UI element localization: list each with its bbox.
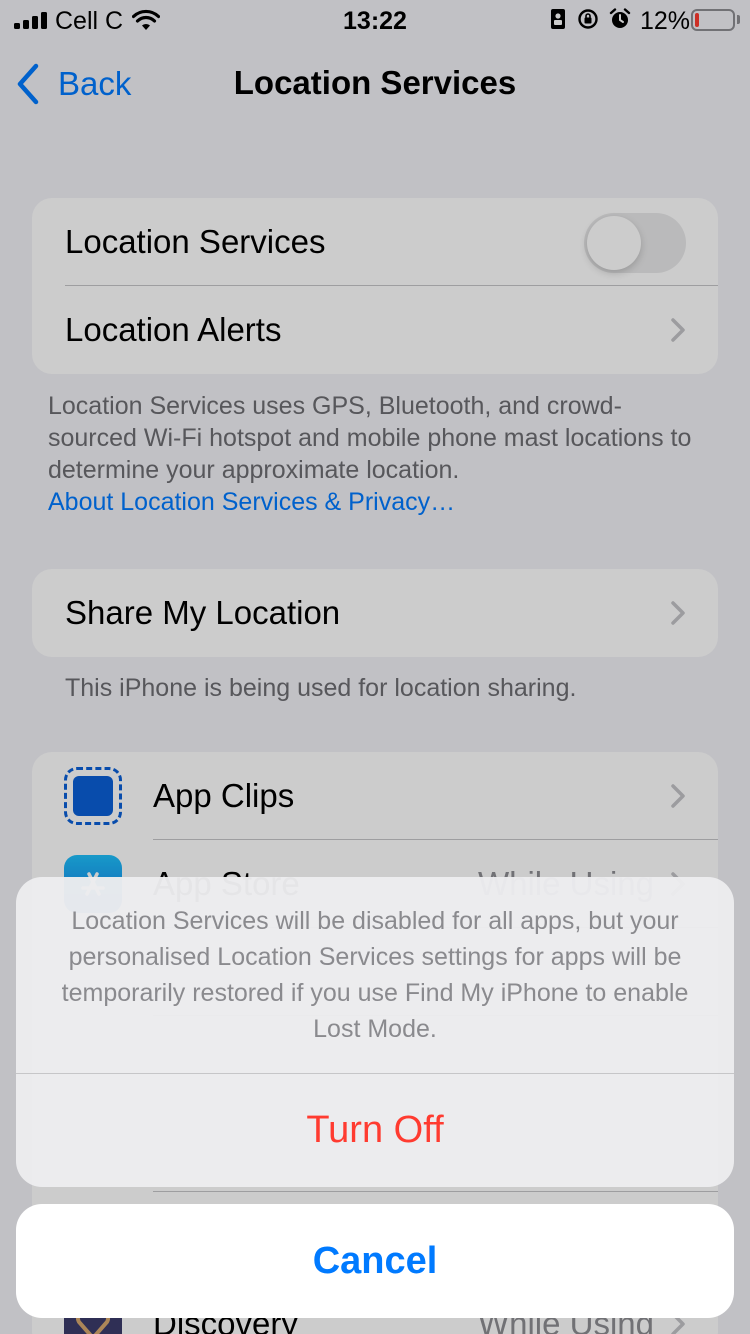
cancel-button[interactable]: Cancel xyxy=(16,1204,734,1318)
turn-off-button[interactable]: Turn Off xyxy=(16,1074,734,1187)
action-sheet-message: Location Services will be disabled for a… xyxy=(61,907,689,1043)
action-sheet: Location Services will be disabled for a… xyxy=(16,877,734,1187)
